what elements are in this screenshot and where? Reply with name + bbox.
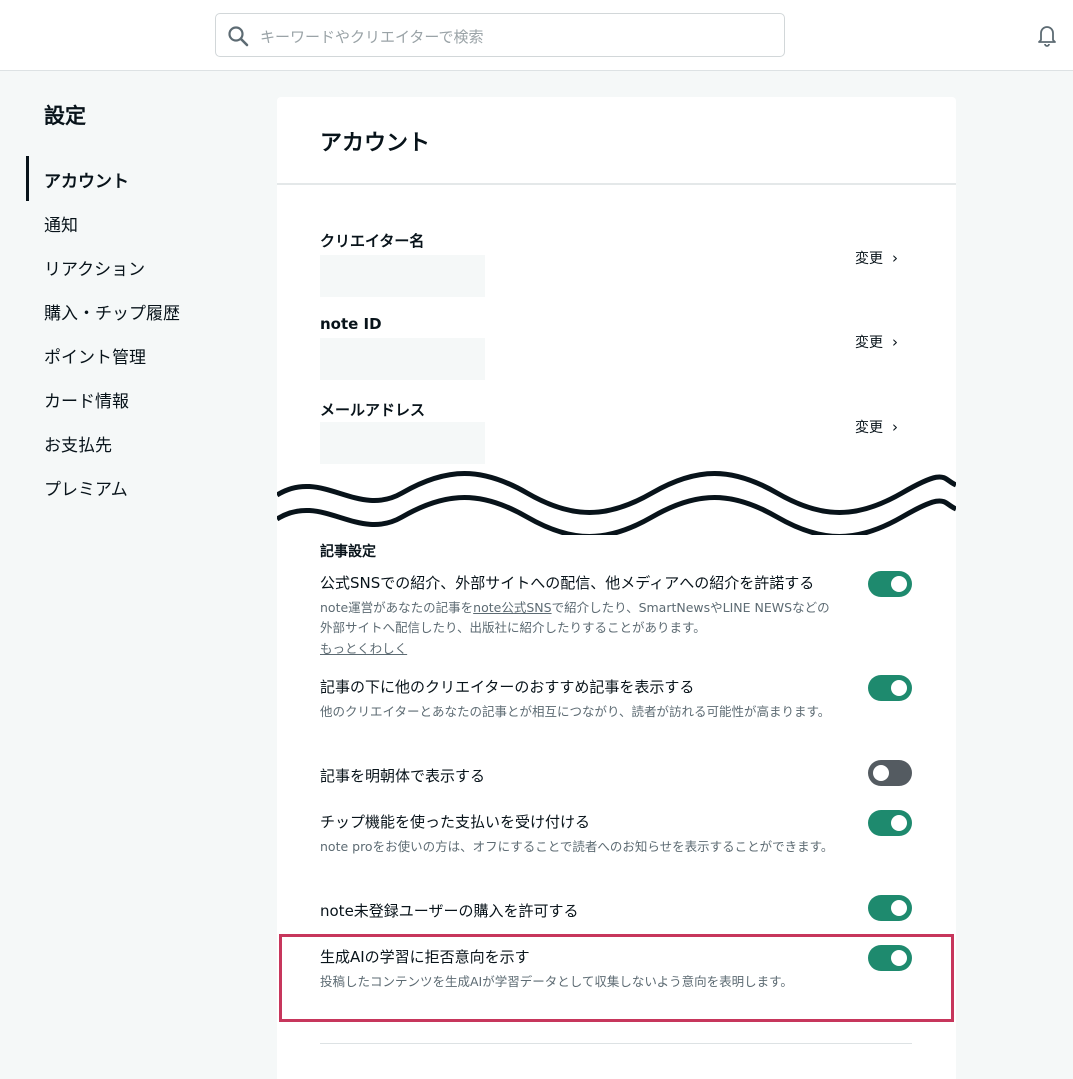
settings-card: アカウント クリエイター名 変更 › note ID 変更 › メールアドレス 変更… (277, 97, 956, 1079)
toggle-ai-optout[interactable] (868, 945, 912, 971)
sidebar-item-card-info[interactable]: カード情報 (44, 387, 129, 412)
top-bar: キーワードやクリエイターで検索 (0, 0, 1073, 71)
change-label: 変更 (855, 335, 883, 351)
change-creator-name-button[interactable]: 変更 › (855, 248, 898, 268)
toggle-knob (891, 815, 907, 831)
sidebar-item-points[interactable]: ポイント管理 (44, 343, 146, 368)
sidebar-item-payee[interactable]: お支払先 (44, 431, 112, 456)
sidebar-item-account[interactable]: アカウント (44, 167, 129, 192)
setting-recommend-label: 記事の下に他のクリエイターのおすすめ記事を表示する (320, 678, 695, 696)
toggle-sns[interactable] (868, 571, 912, 597)
setting-recommend-desc: 他のクリエイターとあなたの記事とが相互につながり、読者が訪れる可能性が高まります… (320, 704, 831, 719)
toggle-knob (891, 680, 907, 696)
setting-tip-label: チップ機能を使った支払いを受け付ける (320, 813, 591, 831)
article-settings-title: 記事設定 (320, 544, 376, 560)
bottom-divider (320, 1043, 912, 1044)
sidebar-item-reactions[interactable]: リアクション (44, 255, 145, 280)
setting-ai-optout-label: 生成AIの学習に拒否意向を示す (320, 948, 530, 966)
change-label: 変更 (855, 251, 883, 267)
sidebar-item-notifications[interactable]: 通知 (44, 211, 78, 236)
note-id-value (320, 338, 485, 380)
bell-icon[interactable] (1034, 22, 1060, 48)
setting-ai-optout-desc: 投稿したコンテンツを生成AIが学習データとして収集しないよう意向を表明します。 (320, 974, 793, 989)
sidebar-item-premium[interactable]: プレミアム (44, 475, 128, 500)
change-email-button[interactable]: 変更 › (855, 417, 898, 437)
search-placeholder[interactable]: キーワードやクリエイターで検索 (260, 26, 484, 47)
toggle-knob (891, 950, 907, 966)
toggle-recommend[interactable] (868, 675, 912, 701)
sidebar-title: 設定 (44, 104, 86, 128)
toggle-knob (891, 900, 907, 916)
search-bar[interactable]: キーワードやクリエイターで検索 (215, 13, 785, 57)
toggle-tip[interactable] (868, 810, 912, 836)
change-label: 変更 (855, 420, 883, 436)
email-value (320, 422, 485, 464)
setting-mincho-label: 記事を明朝体で表示する (320, 767, 486, 785)
title-divider (277, 183, 956, 185)
setting-sns-desc: note運営があなたの記事をnote公式SNSで紹介したり、SmartNewsや… (320, 598, 840, 638)
wavy-separator (277, 471, 956, 535)
sidebar-item-purchase-history[interactable]: 購入・チップ履歴 (44, 299, 180, 324)
toggle-knob (873, 765, 889, 781)
active-indicator (26, 156, 29, 201)
toggle-knob (891, 576, 907, 592)
note-id-label: note ID (320, 315, 382, 333)
setting-tip-desc: note proをお使いの方は、オフにすることで読者へのお知らせを表示することが… (320, 839, 834, 854)
desc-text: note運営があなたの記事を (320, 600, 474, 615)
setting-sns-label: 公式SNSでの紹介、外部サイトへの配信、他メディアへの紹介を許諾する (320, 574, 815, 592)
creator-name-label: クリエイター名 (320, 232, 425, 250)
toggle-mincho[interactable] (868, 760, 912, 786)
creator-name-value (320, 255, 485, 297)
note-sns-link[interactable]: note公式SNS (473, 600, 551, 615)
toggle-guest-purchase[interactable] (868, 895, 912, 921)
chevron-right-icon: › (892, 333, 898, 351)
learn-more-link[interactable]: もっとくわしく (320, 638, 407, 657)
search-icon (228, 26, 249, 47)
change-note-id-button[interactable]: 変更 › (855, 332, 898, 352)
chevron-right-icon: › (892, 418, 898, 436)
email-label: メールアドレス (320, 401, 426, 419)
setting-guest-purchase-label: note未登録ユーザーの購入を許可する (320, 902, 579, 920)
chevron-right-icon: › (892, 249, 898, 267)
page-title: アカウント (320, 131, 431, 156)
